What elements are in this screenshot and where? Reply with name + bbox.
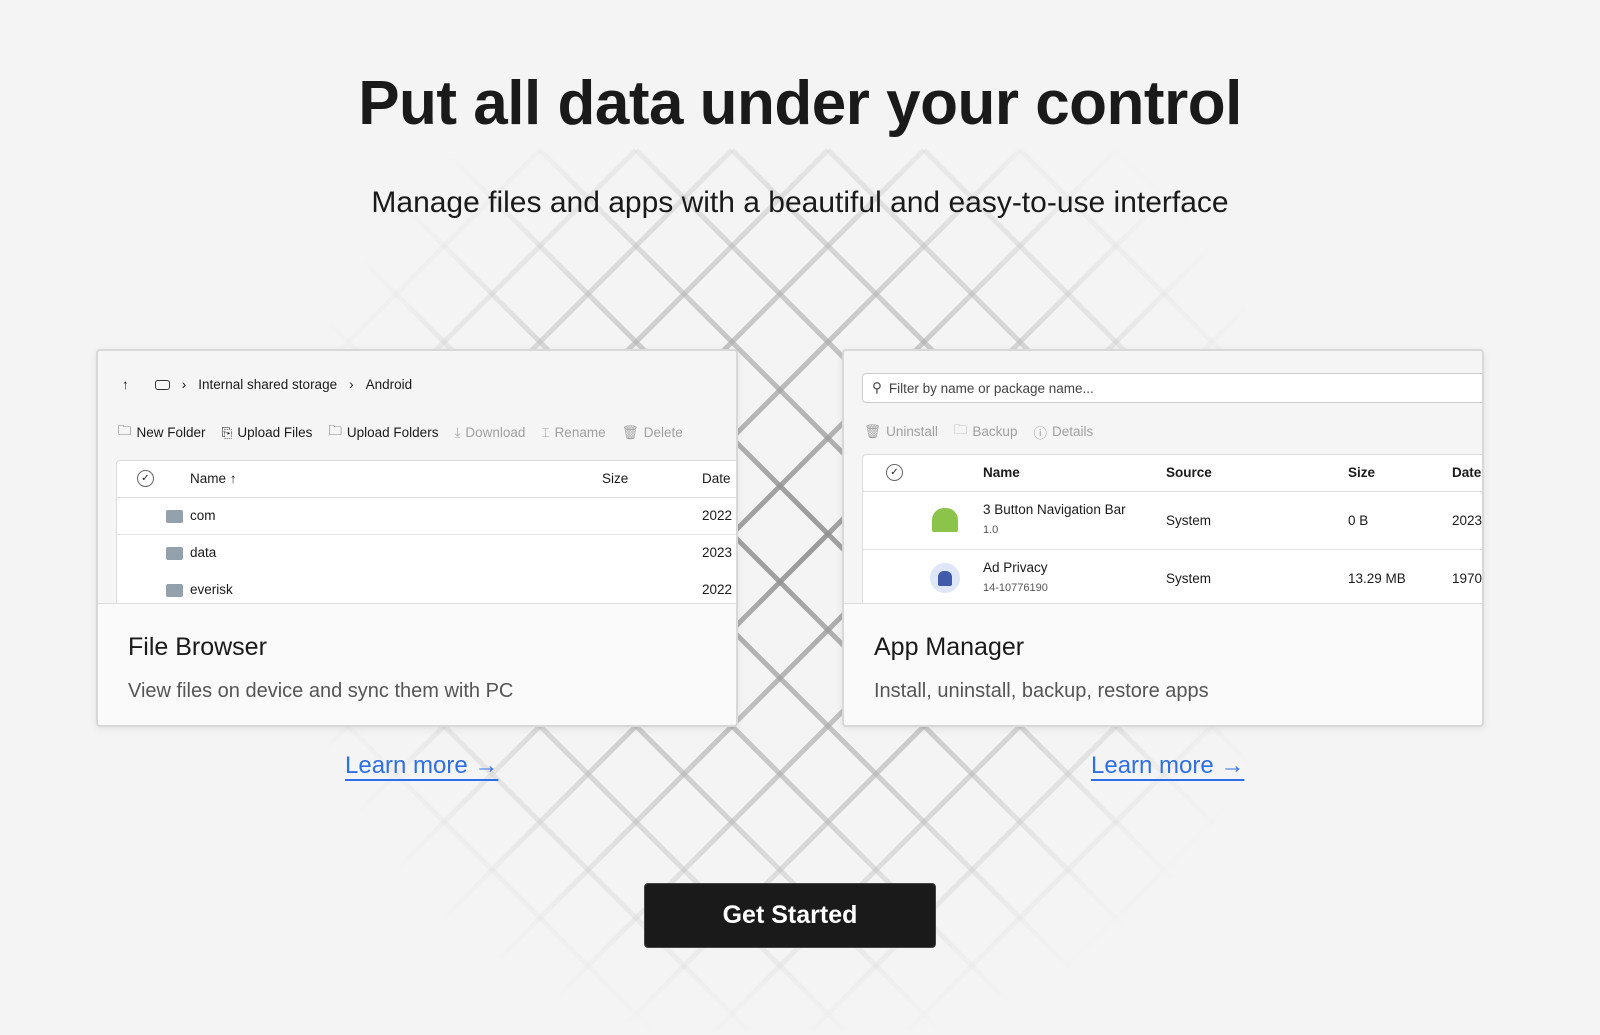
- file-table: ✓ Name ↑ Size Date com 2022 data 2023 ev…: [116, 460, 736, 603]
- trash-icon: 🗑: [864, 423, 882, 439]
- table-header: ✓ Name ↑ Size Date: [117, 461, 736, 498]
- folder-icon: [166, 547, 183, 560]
- new-folder-label: New Folder: [136, 425, 206, 440]
- lattice-line: [1482, 912, 1600, 1032]
- lattice-line: [1386, 816, 1600, 1032]
- app-table: ✓ Name Source Size Date 3 Button Navigat…: [862, 454, 1482, 603]
- table-row[interactable]: data 2023: [117, 535, 736, 572]
- table-row[interactable]: Ad Privacy 14-10776190 System 13.29 MB 1…: [863, 550, 1482, 603]
- download-icon: ⤓: [454, 424, 461, 440]
- card-title: File Browser: [128, 633, 267, 661]
- select-all-checkbox[interactable]: ✓: [886, 464, 903, 481]
- folder-upload-icon: 🗀: [328, 423, 342, 438]
- file-name: data: [190, 545, 217, 560]
- get-started-button[interactable]: Get Started: [644, 883, 936, 948]
- table-header: ✓ Name Source Size Date: [863, 455, 1482, 492]
- app-size: 0 B: [1348, 513, 1369, 528]
- uninstall-button[interactable]: 🗑 Uninstall: [864, 424, 938, 440]
- column-source[interactable]: Source: [1166, 465, 1212, 480]
- column-size[interactable]: Size: [1348, 465, 1375, 480]
- delete-label: Delete: [643, 425, 683, 440]
- folder-plus-icon: 🗀: [118, 423, 132, 438]
- download-button[interactable]: ⤓ Download: [454, 425, 525, 441]
- search-icon: ⚲: [872, 380, 882, 395]
- app-name: 3 Button Navigation Bar: [983, 502, 1126, 517]
- page-subtitle: Manage files and apps with a beautiful a…: [371, 186, 1229, 219]
- column-name[interactable]: Name: [983, 465, 1020, 480]
- backup-label: Backup: [972, 424, 1018, 439]
- breadcrumb-item[interactable]: Internal shared storage: [198, 377, 337, 392]
- table-row[interactable]: everisk 2022: [117, 572, 736, 603]
- file-date: 2023: [702, 545, 733, 560]
- column-date[interactable]: Date: [702, 471, 731, 486]
- upload-files-label: Upload Files: [237, 425, 313, 440]
- backup-button[interactable]: 🗀 Backup: [954, 420, 1018, 443]
- page-title: Put all data under your control: [358, 69, 1242, 138]
- search-input[interactable]: ⚲ Filter by name or package name...: [862, 373, 1482, 403]
- details-button[interactable]: ⓘ Details: [1033, 422, 1093, 442]
- upload-folders-button[interactable]: 🗀 Upload Folders: [328, 421, 438, 444]
- column-date[interactable]: Date: [1452, 465, 1481, 480]
- search-placeholder: Filter by name or package name...: [888, 380, 1094, 396]
- card-description: Install, uninstall, backup, restore apps: [874, 680, 1209, 702]
- folder-icon: [166, 584, 183, 597]
- file-name: everisk: [190, 582, 233, 597]
- file-name: com: [190, 508, 216, 523]
- file-browser-preview: ↑ › Internal shared storage › Android 🗀 N…: [98, 351, 736, 604]
- upload-files-button[interactable]: ⎘ Upload Files: [222, 425, 313, 441]
- file-browser-card[interactable]: ↑ › Internal shared storage › Android 🗀 N…: [96, 349, 738, 727]
- file-upload-icon: ⎘: [221, 424, 233, 440]
- table-row[interactable]: com 2022: [117, 498, 736, 535]
- app-manager-learn-more-link[interactable]: Learn more →: [1091, 752, 1244, 780]
- lattice-line: [0, 856, 174, 1032]
- breadcrumb-item[interactable]: Android: [366, 377, 413, 392]
- file-date: 2022: [702, 582, 733, 597]
- chevron-right-icon: ›: [181, 377, 187, 392]
- download-label: Download: [465, 425, 526, 440]
- new-folder-button[interactable]: 🗀 New Folder: [118, 421, 206, 444]
- lattice-line: [1402, 148, 1600, 348]
- app-version: 14-10776190: [983, 582, 1048, 594]
- folder-backup-icon: 🗀: [953, 422, 968, 437]
- app-date: 1970.: [1452, 571, 1482, 586]
- upload-folders-label: Upload Folders: [346, 425, 439, 440]
- uninstall-label: Uninstall: [886, 424, 938, 439]
- card-description: View files on device and sync them with …: [128, 680, 514, 702]
- app-date: 2023.: [1452, 513, 1482, 528]
- up-arrow-icon[interactable]: ↑: [122, 377, 129, 392]
- info-icon: ⓘ: [1033, 425, 1047, 441]
- app-name: Ad Privacy: [983, 560, 1048, 575]
- delete-button[interactable]: 🗑 Delete: [622, 425, 683, 441]
- rename-icon: ⌶: [541, 424, 550, 440]
- app-size: 13.29 MB: [1348, 571, 1406, 586]
- folder-icon: [166, 510, 183, 523]
- app-source: System: [1166, 513, 1212, 528]
- drive-icon[interactable]: [154, 379, 170, 390]
- file-date: 2022: [702, 508, 733, 523]
- app-manager-card[interactable]: ⚲ Filter by name or package name... 🗑 Uni…: [842, 349, 1484, 727]
- lattice-line: [1578, 1008, 1600, 1032]
- table-row[interactable]: 3 Button Navigation Bar 1.0 System 0 B 2…: [863, 492, 1482, 550]
- file-browser-learn-more-link[interactable]: Learn more →: [345, 752, 498, 780]
- app-manager-preview: ⚲ Filter by name or package name... 🗑 Uni…: [844, 351, 1482, 604]
- chevron-right-icon: ›: [349, 377, 354, 392]
- app-source: System: [1166, 571, 1212, 586]
- card-title: App Manager: [874, 633, 1025, 661]
- select-all-checkbox[interactable]: ✓: [137, 470, 154, 487]
- sort-asc-icon: ↑: [229, 471, 237, 486]
- column-name[interactable]: Name ↑: [190, 471, 237, 486]
- details-label: Details: [1051, 424, 1094, 439]
- android-app-icon: [930, 563, 960, 593]
- column-size[interactable]: Size: [602, 471, 628, 486]
- rename-button[interactable]: ⌶ Rename: [541, 425, 605, 441]
- trash-icon: 🗑: [621, 424, 639, 440]
- app-version: 1.0: [983, 524, 999, 536]
- lattice-line: [0, 148, 158, 308]
- android-app-icon: [932, 508, 958, 532]
- rename-label: Rename: [554, 425, 606, 440]
